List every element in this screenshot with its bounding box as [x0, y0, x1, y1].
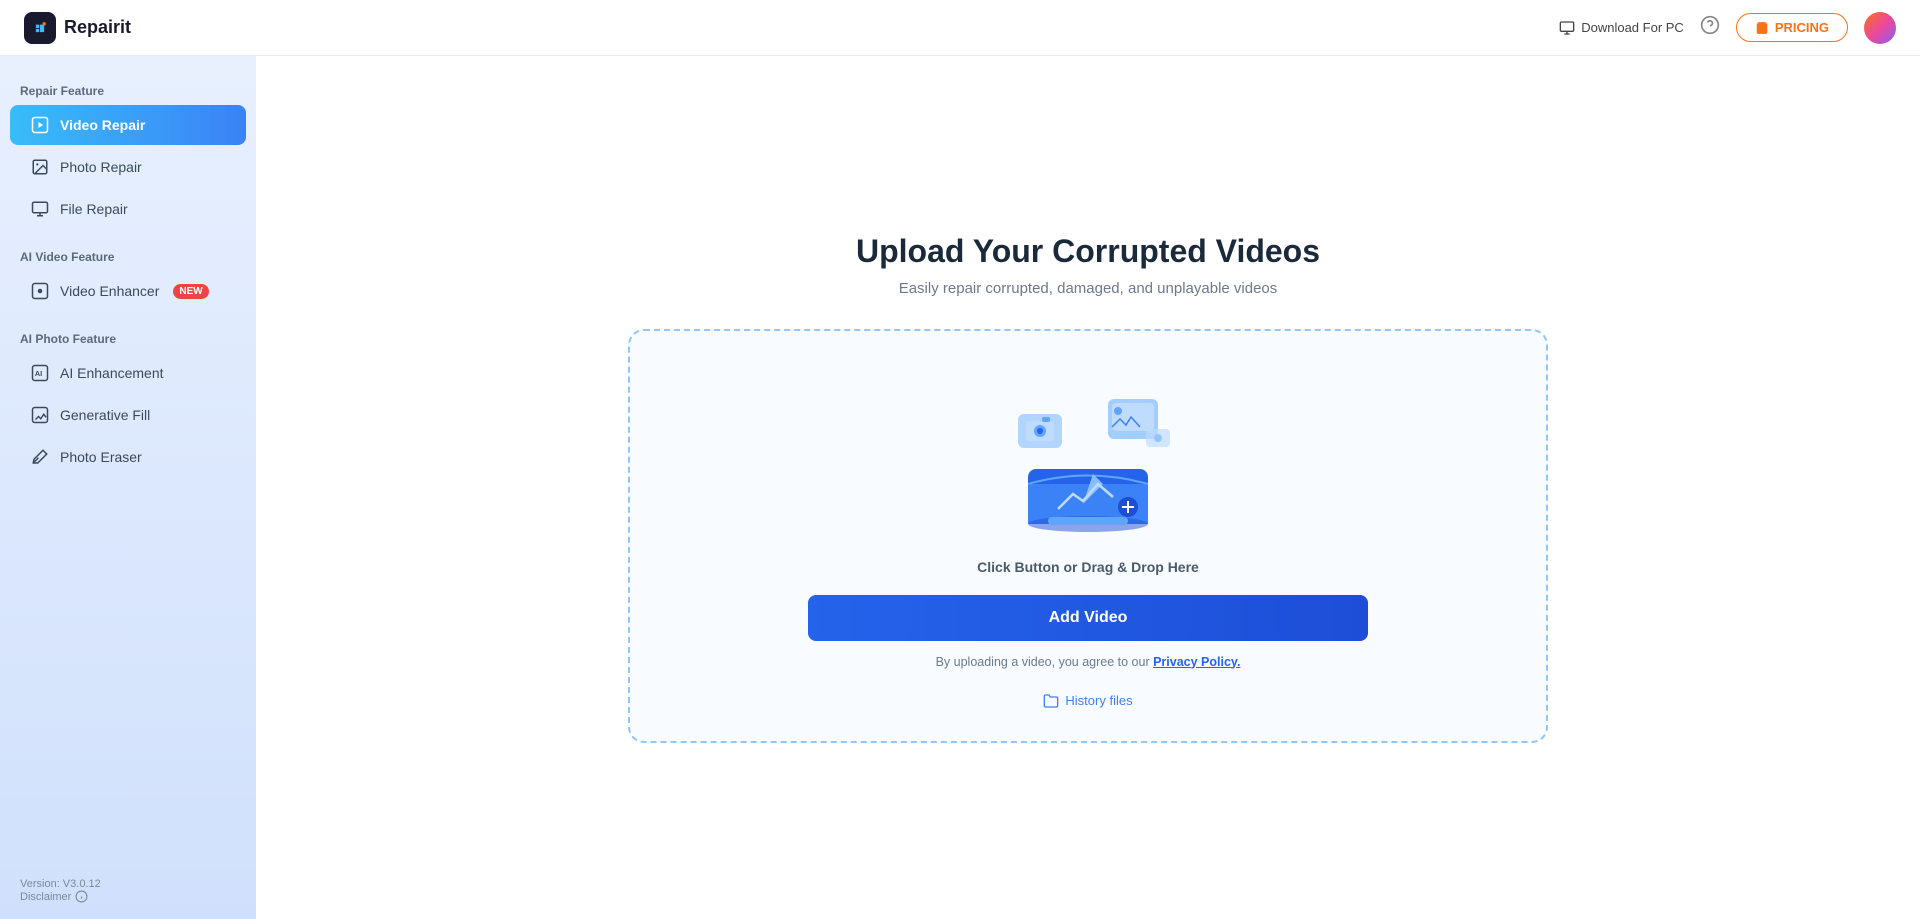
version-text: Version: V3.0.12 [20, 878, 236, 890]
svg-text:AI: AI [35, 369, 43, 378]
sidebar-item-photo-eraser-label: Photo Eraser [60, 449, 142, 465]
sidebar-item-generative-fill-label: Generative Fill [60, 407, 150, 423]
sidebar-item-video-enhancer[interactable]: Video Enhancer NEW [10, 271, 246, 311]
photo-repair-icon [30, 157, 50, 177]
download-for-pc-button[interactable]: Download For PC [1559, 20, 1684, 36]
pricing-button[interactable]: PRICING [1736, 13, 1848, 42]
page-title: Upload Your Corrupted Videos [856, 233, 1320, 270]
sidebar-item-photo-repair-label: Photo Repair [60, 159, 142, 175]
sidebar-item-ai-enhancement-label: AI Enhancement [60, 365, 164, 381]
sidebar-item-photo-eraser[interactable]: Photo Eraser [10, 437, 246, 477]
sidebar-item-photo-repair[interactable]: Photo Repair [10, 147, 246, 187]
sidebar-item-ai-enhancement[interactable]: AI AI Enhancement [10, 353, 246, 393]
ai-video-label: AI Video Feature [0, 242, 256, 270]
cart-icon [1755, 21, 1769, 35]
header: Repairit Download For PC PRICING [0, 0, 1920, 56]
photo-eraser-icon [30, 447, 50, 467]
ai-enhancement-icon: AI [30, 363, 50, 383]
upload-hint: Click Button or Drag & Drop Here [977, 559, 1199, 575]
history-files-link[interactable]: History files [1043, 693, 1132, 709]
repair-feature-label: Repair Feature [0, 76, 256, 104]
avatar[interactable] [1864, 12, 1896, 44]
sidebar-item-video-repair-label: Video Repair [60, 117, 145, 133]
disclaimer-label: Disclaimer [20, 891, 71, 903]
download-label: Download For PC [1581, 20, 1684, 35]
sidebar: Repair Feature Video Repair Photo Repair [0, 56, 256, 919]
video-enhancer-icon [30, 281, 50, 301]
support-icon[interactable] [1700, 15, 1720, 40]
ai-photo-label: AI Photo Feature [0, 324, 256, 352]
upload-drop-area[interactable]: Click Button or Drag & Drop Here Add Vid… [628, 329, 1548, 743]
history-files-label: History files [1065, 693, 1132, 708]
logo-icon [24, 12, 56, 44]
sidebar-footer: Version: V3.0.12 Disclaimer [0, 866, 256, 903]
privacy-policy-link[interactable]: Privacy Policy. [1153, 655, 1240, 669]
add-video-label: Add Video [1049, 609, 1128, 626]
folder-icon [1043, 693, 1059, 709]
layout: Repair Feature Video Repair Photo Repair [0, 56, 1920, 919]
upload-illustration [998, 379, 1178, 539]
video-repair-icon [30, 115, 50, 135]
page-subtitle: Easily repair corrupted, damaged, and un… [899, 280, 1278, 297]
privacy-text: By uploading a video, you agree to our P… [936, 655, 1241, 669]
sidebar-item-video-repair[interactable]: Video Repair [10, 105, 246, 145]
sidebar-item-generative-fill[interactable]: Generative Fill [10, 395, 246, 435]
pricing-label: PRICING [1775, 20, 1829, 35]
file-repair-icon [30, 199, 50, 219]
logo[interactable]: Repairit [24, 12, 131, 44]
sidebar-item-file-repair[interactable]: File Repair [10, 189, 246, 229]
sidebar-item-video-enhancer-label: Video Enhancer [60, 283, 159, 299]
info-icon [75, 890, 88, 903]
sidebar-item-file-repair-label: File Repair [60, 201, 128, 217]
generative-fill-icon [30, 405, 50, 425]
main-content: Upload Your Corrupted Videos Easily repa… [256, 56, 1920, 919]
logo-text: Repairit [64, 17, 131, 38]
new-badge: NEW [173, 284, 208, 299]
add-video-button[interactable]: Add Video [808, 595, 1368, 641]
header-right: Download For PC PRICING [1559, 12, 1896, 44]
disclaimer-link[interactable]: Disclaimer [20, 890, 236, 903]
monitor-icon [1559, 20, 1575, 36]
privacy-text-before: By uploading a video, you agree to our [936, 655, 1154, 669]
